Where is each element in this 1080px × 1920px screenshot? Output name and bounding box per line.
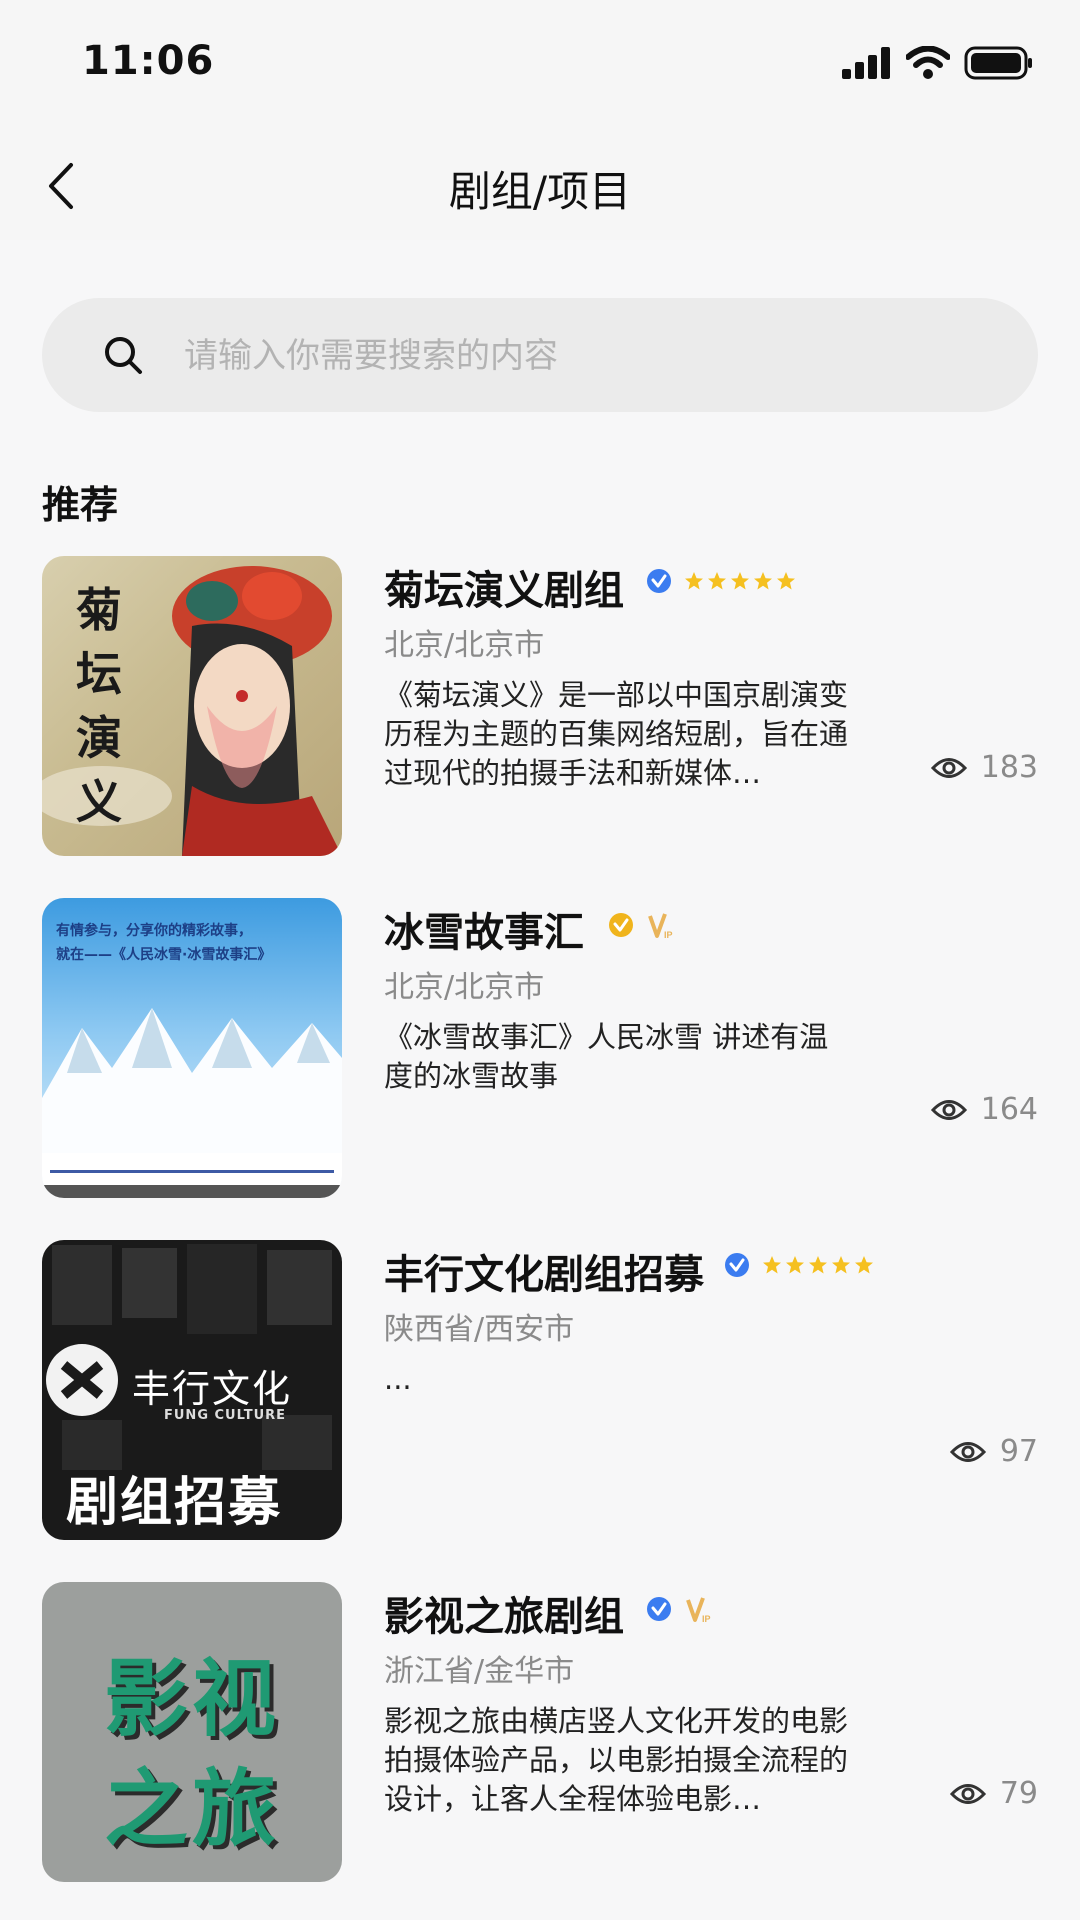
badges xyxy=(646,568,796,594)
thumb-recruit-text: 剧组招募 xyxy=(66,1473,283,1533)
item-location: 北京/北京市 xyxy=(384,970,545,1005)
snow-poster-image xyxy=(42,1008,342,1198)
item-title: 丰行文化剧组招募 xyxy=(384,1252,704,1298)
item-description: 影视之旅由横店竖人文化开发的电影拍摄体验产品，以电影拍摄全流程的设计，让客人全程… xyxy=(384,1704,849,1816)
thumb-char: 菊 xyxy=(76,583,122,637)
badges: IP xyxy=(608,910,676,940)
view-count: 97 xyxy=(999,1434,1038,1469)
verified-icon xyxy=(647,569,671,593)
thumb-brand: 丰行文化 xyxy=(132,1367,293,1411)
list-item[interactable]: 影视 之旅 影视之旅剧组 IP 浙江省/金华市 影视之旅由横店竖人文化开发的电影… xyxy=(42,1582,1038,1882)
item-thumbnail: 影视 之旅 xyxy=(42,1582,342,1882)
eye-icon xyxy=(949,1783,986,1804)
item-views: 97 xyxy=(949,1434,1038,1469)
battery-icon xyxy=(964,46,1032,80)
search-input[interactable] xyxy=(182,298,1006,414)
vip-icon: IP xyxy=(648,913,673,940)
item-title: 冰雪故事汇 xyxy=(384,910,584,956)
verified-icon xyxy=(609,913,633,937)
thumb-char: 义 xyxy=(76,775,122,829)
item-title: 菊坛演义剧组 xyxy=(384,568,624,614)
item-views: 183 xyxy=(930,750,1038,785)
nav-bar: 剧组/项目 xyxy=(0,130,1080,240)
item-views: 79 xyxy=(949,1776,1038,1811)
thumb-brand-en: FUNG CULTURE xyxy=(164,1408,287,1423)
thumb-caption-1: 有情参与，分享你的精彩故事， xyxy=(56,923,252,939)
thumb-caption-2: 就在——《人民冰雪·冰雪故事汇》 xyxy=(56,947,272,963)
item-title: 影视之旅剧组 xyxy=(384,1594,624,1640)
search-icon xyxy=(105,337,142,374)
svg-text:IP: IP xyxy=(664,930,673,940)
status-icons xyxy=(842,46,1034,80)
section-title: 推荐 xyxy=(42,483,119,527)
signal-icon xyxy=(842,47,890,79)
eye-icon xyxy=(930,757,967,778)
item-views: 164 xyxy=(930,1092,1038,1127)
status-time: 11:06 xyxy=(82,38,215,84)
search-box[interactable] xyxy=(42,298,1038,414)
thumb-char: 坛 xyxy=(76,647,122,701)
view-count: 79 xyxy=(999,1776,1038,1811)
view-count: 164 xyxy=(980,1092,1038,1127)
item-thumbnail: 菊 坛 演 义 xyxy=(42,556,342,856)
view-count: 183 xyxy=(980,750,1038,785)
item-location: 陕西省/西安市 xyxy=(384,1312,575,1347)
thumb-title-line-2: 之旅 xyxy=(103,1760,280,1858)
list-item[interactable]: 有情参与，分享你的精彩故事， 就在——《人民冰雪·冰雪故事汇》 冰雪故事汇 IP… xyxy=(42,898,1038,1198)
verified-icon xyxy=(647,1597,671,1621)
status-bar: 11:06 xyxy=(0,0,1080,130)
thumb-vertical-title: 菊 坛 演 义 xyxy=(74,578,124,834)
list-item[interactable]: 菊 坛 演 义 菊坛演义剧组 北京/北京市 《菊坛演义》是一部以中国京剧演变历程… xyxy=(42,556,1038,856)
page-title: 剧组/项目 xyxy=(448,167,632,216)
item-description: 《菊坛演义》是一部以中国京剧演变历程为主题的百集网络短剧，旨在通过现代的拍摄手法… xyxy=(384,678,849,790)
item-description: ... xyxy=(384,1362,412,1396)
rating-stars-icon xyxy=(685,572,795,590)
item-location: 浙江省/金华市 xyxy=(384,1654,575,1689)
item-description: 《冰雪故事汇》人民冰雪 讲述有温度的冰雪故事 xyxy=(384,1020,829,1093)
verified-icon xyxy=(725,1253,749,1277)
badges xyxy=(724,1252,874,1278)
thumb-title-line-1: 影视 xyxy=(103,1650,280,1748)
rating-stars-icon xyxy=(763,1256,873,1274)
eye-icon xyxy=(930,1099,967,1120)
wifi-icon xyxy=(906,46,950,79)
badges: IP xyxy=(646,1594,714,1624)
item-thumbnail: 有情参与，分享你的精彩故事， 就在——《人民冰雪·冰雪故事汇》 xyxy=(42,898,342,1198)
svg-text:IP: IP xyxy=(702,1614,711,1624)
thumb-char: 演 xyxy=(76,711,122,765)
eye-icon xyxy=(949,1441,986,1462)
vip-icon: IP xyxy=(686,1597,711,1624)
list-item[interactable]: 丰行文化 FUNG CULTURE 剧组招募 丰行文化剧组招募 陕西省/西安市 … xyxy=(42,1240,1038,1540)
item-thumbnail: 丰行文化 FUNG CULTURE 剧组招募 xyxy=(42,1240,342,1540)
item-location: 北京/北京市 xyxy=(384,628,545,663)
